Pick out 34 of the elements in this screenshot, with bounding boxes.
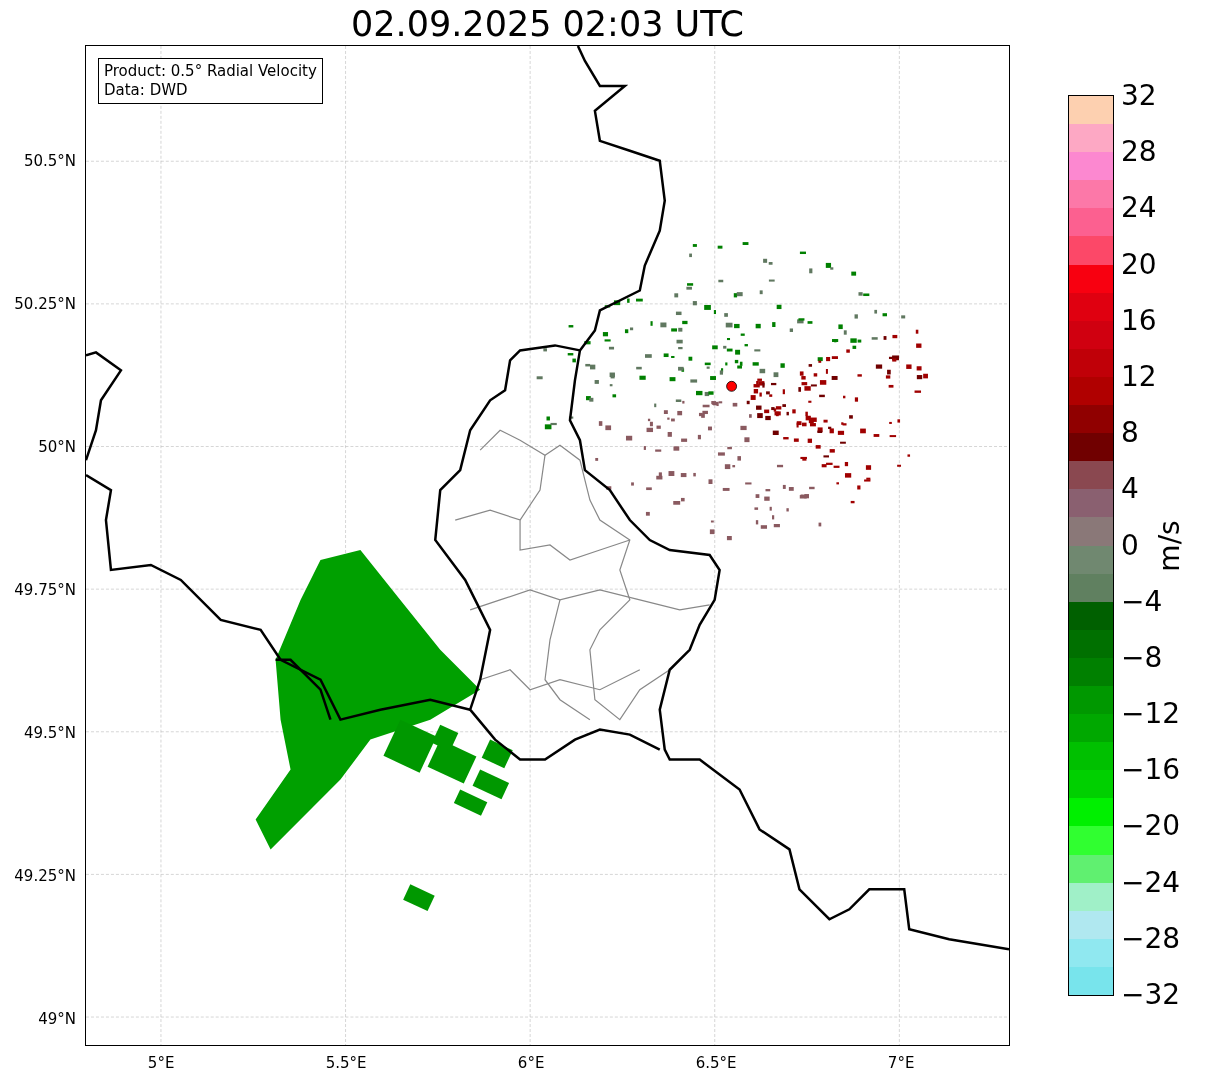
- colorbar-tick-label: 24: [1121, 193, 1157, 224]
- colorbar-tick-label: 16: [1121, 305, 1157, 336]
- colorbar-tick-label: 20: [1121, 249, 1157, 280]
- legend-text: Data: DWD: [104, 81, 189, 100]
- latitude-label: 50°N: [38, 438, 76, 457]
- colorbar-tick-label: 32: [1121, 81, 1157, 111]
- colorbar-label: m/s: [1152, 520, 1186, 572]
- chart-title: 02.09.2025 02:03 UTC: [351, 3, 744, 45]
- latitude-label: 49.5°N: [23, 724, 76, 743]
- latitude-label: 49°N: [38, 1010, 76, 1028]
- colorbar-tick-label: 8: [1121, 418, 1139, 449]
- colorbar-tick-label: −12: [1121, 699, 1181, 730]
- latitude-label: 49.25°N: [14, 867, 76, 886]
- longitude-label: 5.5°E: [325, 1054, 367, 1072]
- colorbar-tick-label: −8: [1121, 642, 1163, 673]
- latitude-label: 50.5°N: [23, 152, 76, 171]
- colorbar-tick-label: −24: [1121, 867, 1181, 898]
- latitude-label: 50.25°N: [14, 295, 76, 314]
- legend-text: Product: 0.5° Radial Velocity: [104, 62, 317, 81]
- longitude-label: 7°E: [887, 1054, 915, 1072]
- longitude-label: 5°E: [147, 1054, 175, 1072]
- colorbar-tick-label: −32: [1121, 980, 1181, 1010]
- colorbar-tick-label: 28: [1121, 137, 1157, 168]
- colorbar-tick-label: 12: [1121, 361, 1157, 392]
- colorbar-tick-label: −28: [1121, 923, 1181, 954]
- colorbar-tick-label: −20: [1121, 811, 1181, 842]
- latitude-label: 49.75°N: [14, 581, 76, 600]
- colorbar-tick-label: 0: [1121, 530, 1139, 561]
- colorbar-tick-label: 4: [1121, 474, 1139, 505]
- colorbar-tick-label: −4: [1121, 586, 1163, 617]
- colorbar-tick-label: −16: [1121, 755, 1181, 786]
- longitude-label: 6.5°E: [695, 1054, 737, 1072]
- radar-site-marker: [726, 380, 737, 392]
- longitude-label: 6°E: [517, 1054, 545, 1072]
